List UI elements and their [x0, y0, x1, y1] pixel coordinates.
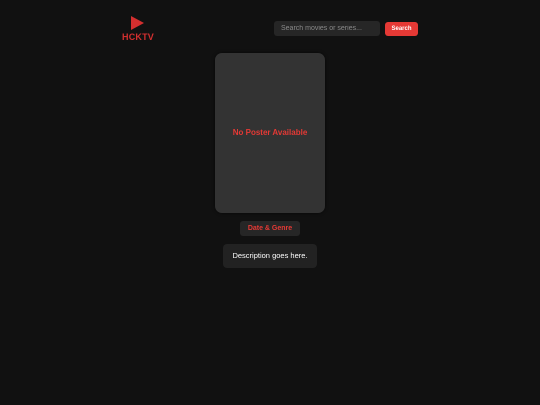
play-icon	[131, 16, 144, 30]
search-button[interactable]: Search	[385, 22, 418, 36]
page: HCKTV Search No Poster Available Date & …	[0, 0, 540, 405]
description-box: Description goes here.	[223, 244, 317, 268]
poster-placeholder-text: No Poster Available	[232, 128, 308, 137]
poster-card: No Poster Available	[215, 53, 325, 213]
logo-link[interactable]: HCKTV	[121, 14, 155, 44]
logo-text: HCKTV	[122, 32, 154, 42]
date-genre-badge: Date & Genre	[240, 221, 300, 236]
search-input[interactable]	[274, 21, 380, 36]
